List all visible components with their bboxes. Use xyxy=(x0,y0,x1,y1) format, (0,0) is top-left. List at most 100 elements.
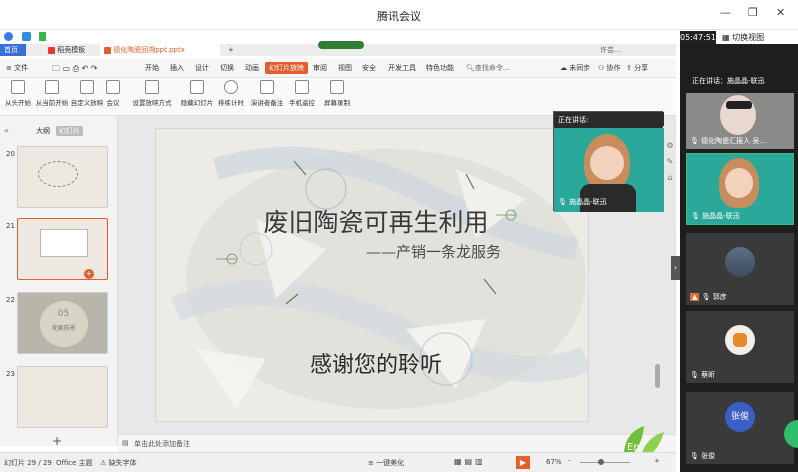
notes-area[interactable]: ▤ 单击此处添加备注 xyxy=(118,434,676,452)
slide-thanks-text[interactable]: 感谢您的聆听 xyxy=(266,347,486,379)
play-from-start-button[interactable]: 从头开始 xyxy=(2,80,34,107)
screen-record-button[interactable]: 屏幕录制 xyxy=(320,80,354,107)
tab-docer-label: 稻壳模板 xyxy=(57,46,86,54)
mic-icon: 🎙︎ xyxy=(691,212,700,220)
sync-status[interactable]: ☁ 未同步 xyxy=(560,63,590,73)
menu-start[interactable]: 开始 xyxy=(145,63,159,73)
speaking-indicator: 正在讲话：施晶晶-联迅 xyxy=(692,77,765,85)
menu-transition[interactable]: 切换 xyxy=(220,63,234,73)
phone-remote-button[interactable]: 手机遥控 xyxy=(286,80,318,107)
menu-features[interactable]: 特色功能 xyxy=(426,63,454,73)
menu-security[interactable]: 安全 xyxy=(362,63,376,73)
participant-tile[interactable]: ▲ 🎙︎ 郭彦 xyxy=(686,233,794,305)
tab-outline[interactable]: 大纲 xyxy=(36,126,50,136)
meeting-icon xyxy=(106,80,120,94)
mic-muted-icon: 🎙︎ xyxy=(701,293,711,301)
participant-tile[interactable]: 🎙︎ 德化陶瓷汇报人 吴... xyxy=(686,93,794,149)
add-slide-icon[interactable]: + xyxy=(84,269,94,279)
float-speaker-name: 🎙︎ 施晶晶-联迅 xyxy=(558,197,607,207)
tab-document[interactable]: 德化陶瓷回溯ppt.pptx xyxy=(100,44,220,56)
rehearse-timing-button[interactable]: 排练计时 xyxy=(214,80,248,107)
collapse-panel-icon[interactable]: « xyxy=(4,126,9,135)
restore-icon[interactable]: ❐ xyxy=(748,6,758,19)
slide-thumbnail[interactable]: 05 发展前景 xyxy=(17,292,108,354)
current-slide[interactable]: 废旧陶瓷可再生利用 ——产销一条龙服务 感谢您的聆听 xyxy=(155,128,589,422)
collab-button[interactable]: ⚇ 协作 xyxy=(598,63,621,73)
menu-review[interactable]: 审阅 xyxy=(313,63,327,73)
slide-subtitle[interactable]: ——产销一条龙服务 xyxy=(366,241,501,262)
zoom-slider[interactable] xyxy=(580,462,630,463)
share-button[interactable]: ⇪ 分享 xyxy=(626,63,648,73)
hide-slide-button[interactable]: 隐藏幻灯片 xyxy=(178,80,216,107)
presenter-notes-button[interactable]: 演讲者备注 xyxy=(248,80,286,107)
info-icon[interactable] xyxy=(4,32,13,41)
participant-avatar: 张俊 xyxy=(725,402,755,432)
thumb-number: 21 xyxy=(6,222,15,230)
side-tools[interactable]: ⚙ ✎ ⌂ xyxy=(664,138,676,198)
signal-icon xyxy=(39,32,47,41)
show-settings-label: 设置放映方式 xyxy=(132,99,172,107)
share-label: 分享 xyxy=(634,64,649,72)
menu-insert[interactable]: 插入 xyxy=(170,63,184,73)
missing-font-button[interactable]: ⚠ 缺失字体 xyxy=(100,458,137,468)
zoom-level[interactable]: 67% xyxy=(546,458,562,466)
file-menu-label: 文件 xyxy=(14,64,29,72)
play-from-current-button[interactable]: 从当前开始 xyxy=(34,80,70,107)
participant-tile[interactable]: 张俊 🎙︎ 张俊 xyxy=(686,392,794,464)
presenter-notes-label: 演讲者备注 xyxy=(250,99,284,107)
thumb-graphic xyxy=(38,161,78,187)
play-from-start-label: 从头开始 xyxy=(5,99,31,107)
mic-muted-icon: 🎙︎ xyxy=(690,371,699,379)
command-search[interactable]: 🔍︎查找命令... xyxy=(466,63,510,73)
participant-tile-active[interactable]: 🎙︎ 施晶晶-联迅 xyxy=(686,153,794,225)
user-name[interactable]: 许芸... xyxy=(596,44,625,56)
record-icon xyxy=(330,80,344,94)
slide-title[interactable]: 废旧陶瓷可再生利用 xyxy=(226,203,526,239)
thumb-number: 22 xyxy=(6,296,15,304)
tab-slides[interactable]: 幻灯片 xyxy=(56,126,83,136)
quick-access-icons[interactable]: 🗀 ▭ ⎙ ↶ ↷ xyxy=(52,63,98,77)
switch-view-button[interactable]: ▦ 切换视图 xyxy=(722,31,764,44)
docer-icon xyxy=(48,46,55,54)
slide-thumbnail[interactable] xyxy=(17,366,108,428)
beautify-button[interactable]: ≡ 一键美化 xyxy=(368,458,404,468)
minimize-icon[interactable]: — xyxy=(720,6,731,19)
add-slide-button[interactable]: + xyxy=(52,434,62,448)
slide-thumbnail[interactable]: + xyxy=(17,218,108,280)
slide-thumbnail[interactable] xyxy=(17,146,108,208)
zoom-in-button[interactable]: + xyxy=(654,457,660,465)
notes-icon: ▤ xyxy=(122,439,129,447)
custom-show-button[interactable]: 自定义放映 xyxy=(70,80,104,107)
participant-name: ▲ 🎙︎ 郭彦 xyxy=(690,292,727,302)
play-icon xyxy=(11,80,25,94)
zoom-out-button[interactable]: - xyxy=(568,457,571,465)
zoom-slider-handle[interactable] xyxy=(598,459,604,465)
menu-design[interactable]: 设计 xyxy=(195,63,209,73)
menu-devtools[interactable]: 开发工具 xyxy=(388,63,416,73)
meeting-button[interactable]: 会议 xyxy=(102,80,124,107)
new-tab-button[interactable]: + xyxy=(224,44,238,56)
participant-name-label: 德化陶瓷汇报人 吴... xyxy=(701,137,767,145)
menu-animation[interactable]: 动画 xyxy=(245,63,259,73)
close-icon[interactable]: ✕ xyxy=(776,6,785,19)
screen-record-label: 屏幕录制 xyxy=(324,99,350,107)
collapse-video-panel-icon[interactable]: › xyxy=(671,256,680,280)
menu-view[interactable]: 视图 xyxy=(338,63,352,73)
notes-placeholder: 单击此处添加备注 xyxy=(134,440,190,448)
hide-slide-label: 隐藏幻灯片 xyxy=(180,99,214,107)
participant-tile[interactable]: 🎙︎ 蔡昕 xyxy=(686,311,794,383)
show-settings-button[interactable]: 设置放映方式 xyxy=(130,80,174,107)
thumb-number: 20 xyxy=(6,150,15,158)
tab-docer[interactable]: 稻壳模板 xyxy=(44,44,89,56)
tab-document-label: 德化陶瓷回溯ppt.pptx xyxy=(113,46,185,54)
vertical-scrollbar[interactable] xyxy=(655,364,660,388)
view-mode-icons[interactable]: ▦▤▥ xyxy=(454,457,486,466)
shield-icon[interactable] xyxy=(21,32,31,41)
participant-name: 🎙︎ 张俊 xyxy=(690,451,715,461)
menu-slideshow[interactable]: 幻灯片放映 xyxy=(265,62,308,74)
theme-name: Office 主题 xyxy=(56,459,93,467)
floating-speaker-video[interactable]: 正在讲话: 🎙︎ 施晶晶-联迅 xyxy=(553,111,664,212)
play-slideshow-button[interactable]: ▶ xyxy=(516,456,530,469)
file-menu[interactable]: ≡ 文件 xyxy=(6,63,28,73)
tab-home[interactable]: 首页 xyxy=(0,44,26,56)
